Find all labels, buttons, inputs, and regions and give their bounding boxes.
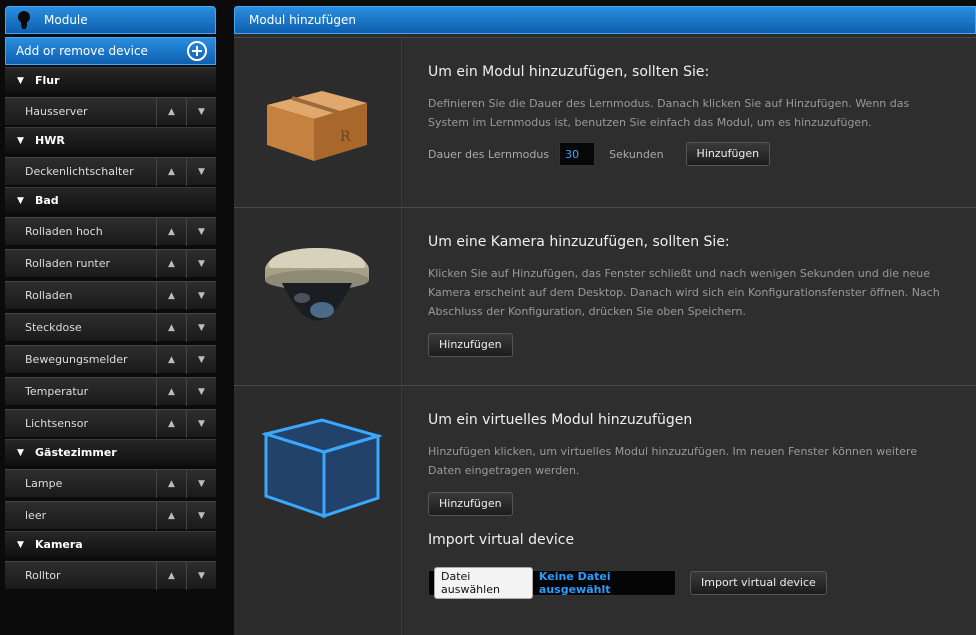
item-label: leer <box>25 509 47 522</box>
group-label: HWR <box>35 134 65 147</box>
add-camera-button[interactable]: Hinzufügen <box>428 333 513 357</box>
item-label: Lampe <box>25 477 63 490</box>
move-down-icon[interactable]: ▼ <box>186 469 216 498</box>
list-item[interactable]: Temperatur ▲ ▼ <box>5 377 216 406</box>
module-section-text: Definieren Sie die Dauer des Lernmodus. … <box>428 97 910 129</box>
list-item[interactable]: Rolladen hoch ▲ ▼ <box>5 217 216 246</box>
chevron-down-icon: ▼ <box>17 447 24 458</box>
group-label: Bad <box>35 194 59 207</box>
camera-section-title: Um eine Kamera hinzuzufügen, sollten Sie… <box>428 234 730 250</box>
item-label: Rolladen <box>25 289 73 302</box>
list-item[interactable]: Deckenlichtschalter ▲ ▼ <box>5 157 216 186</box>
svg-text:R: R <box>340 129 351 145</box>
group-flur[interactable]: ▼ Flur <box>5 67 216 93</box>
group-label: Kamera <box>35 538 83 551</box>
add-camera-section: Um eine Kamera hinzuzufügen, sollten Sie… <box>234 207 976 385</box>
group-label: Gästezimmer <box>35 446 117 459</box>
item-label: Hausserver <box>25 105 88 118</box>
dome-camera-icon <box>262 238 372 347</box>
item-label: Lichtsensor <box>25 417 88 430</box>
camera-section-text: Klicken Sie auf Hinzufügen, das Fenster … <box>428 267 940 318</box>
move-down-icon[interactable]: ▼ <box>186 313 216 342</box>
move-up-icon[interactable]: ▲ <box>156 561 186 590</box>
item-label: Rolltor <box>25 569 61 582</box>
add-virtual-module-section: Um ein virtuelles Modul hinzuzufügen Hin… <box>234 385 976 635</box>
add-device-label: Add or remove device <box>16 44 148 58</box>
virtual-section-text: Hinzufügen klicken, um virtuelles Modul … <box>428 445 918 477</box>
move-down-icon[interactable]: ▼ <box>186 409 216 438</box>
add-module-button[interactable]: Hinzufügen <box>685 142 771 166</box>
move-up-icon[interactable]: ▲ <box>156 157 186 186</box>
move-up-icon[interactable]: ▲ <box>156 97 186 126</box>
list-item[interactable]: Hausserver ▲ ▼ <box>5 97 216 126</box>
duration-label: Dauer des Lernmodus <box>428 147 550 161</box>
item-label: Temperatur <box>25 385 89 398</box>
chevron-down-icon: ▼ <box>17 195 24 206</box>
item-label: Bewegungsmelder <box>25 353 128 366</box>
move-up-icon[interactable]: ▲ <box>156 469 186 498</box>
item-label: Steckdose <box>25 321 82 334</box>
choose-file-button[interactable]: Datei auswählen <box>434 567 533 599</box>
group-kamera[interactable]: ▼ Kamera <box>5 531 216 557</box>
main-header: Modul hinzufügen <box>234 6 976 34</box>
sidebar-title: Module <box>44 13 88 27</box>
lightbulb-icon <box>16 9 44 31</box>
file-status: Keine Datei ausgewählt <box>538 570 611 596</box>
page-title: Modul hinzufügen <box>249 13 356 27</box>
chevron-down-icon: ▼ <box>17 539 24 550</box>
move-down-icon[interactable]: ▼ <box>186 217 216 246</box>
group-label: Flur <box>35 74 60 87</box>
move-up-icon[interactable]: ▲ <box>156 501 186 530</box>
move-down-icon[interactable]: ▼ <box>186 97 216 126</box>
add-remove-device-button[interactable]: Add or remove device <box>5 37 216 65</box>
plus-circle-icon <box>187 41 207 61</box>
move-up-icon[interactable]: ▲ <box>156 313 186 342</box>
main-panel: Modul hinzufügen R Um ein Modul hinzuzuf… <box>234 6 976 635</box>
virtual-section-title: Um ein virtuelles Modul hinzuzufügen <box>428 412 693 428</box>
list-item[interactable]: leer ▲ ▼ <box>5 501 216 530</box>
chevron-down-icon: ▼ <box>17 135 24 146</box>
move-down-icon[interactable]: ▼ <box>186 249 216 278</box>
move-up-icon[interactable]: ▲ <box>156 217 186 246</box>
module-section-title: Um ein Modul hinzuzufügen, sollten Sie: <box>428 64 710 80</box>
item-label: Rolladen runter <box>25 257 111 270</box>
add-module-section: R Um ein Modul hinzuzufügen, sollten Sie… <box>234 37 976 207</box>
move-up-icon[interactable]: ▲ <box>156 345 186 374</box>
list-item[interactable]: Rolltor ▲ ▼ <box>5 561 216 590</box>
package-box-icon: R <box>262 83 372 167</box>
move-down-icon[interactable]: ▼ <box>186 501 216 530</box>
group-gaestezimmer[interactable]: ▼ Gästezimmer <box>5 439 216 465</box>
module-sidebar: Module Add or remove device ▼ Flur Hauss… <box>5 6 216 601</box>
import-title: Import virtual device <box>428 532 575 548</box>
chevron-down-icon: ▼ <box>17 75 24 86</box>
file-input[interactable]: Datei auswählen Keine Datei ausgewählt <box>428 567 676 599</box>
item-label: Rolladen hoch <box>25 225 103 238</box>
move-down-icon[interactable]: ▼ <box>186 377 216 406</box>
list-item[interactable]: Lampe ▲ ▼ <box>5 469 216 498</box>
group-hwr[interactable]: ▼ HWR <box>5 127 216 153</box>
move-up-icon[interactable]: ▲ <box>156 409 186 438</box>
list-item[interactable]: Steckdose ▲ ▼ <box>5 313 216 342</box>
move-up-icon[interactable]: ▲ <box>156 377 186 406</box>
item-label: Deckenlichtschalter <box>25 165 134 178</box>
move-up-icon[interactable]: ▲ <box>156 281 186 310</box>
move-up-icon[interactable]: ▲ <box>156 249 186 278</box>
sidebar-header: Module <box>5 6 216 34</box>
list-item[interactable]: Bewegungsmelder ▲ ▼ <box>5 345 216 374</box>
virtual-cube-icon <box>260 416 384 525</box>
move-down-icon[interactable]: ▼ <box>186 345 216 374</box>
group-bad[interactable]: ▼ Bad <box>5 187 216 213</box>
duration-input[interactable] <box>559 142 596 166</box>
move-down-icon[interactable]: ▼ <box>186 561 216 590</box>
list-item[interactable]: Lichtsensor ▲ ▼ <box>5 409 216 438</box>
list-item[interactable]: Rolladen runter ▲ ▼ <box>5 249 216 278</box>
list-item[interactable]: Rolladen ▲ ▼ <box>5 281 216 310</box>
duration-unit: Sekunden <box>609 147 664 161</box>
move-down-icon[interactable]: ▼ <box>186 281 216 310</box>
move-down-icon[interactable]: ▼ <box>186 157 216 186</box>
add-virtual-button[interactable]: Hinzufügen <box>428 492 513 516</box>
import-virtual-device-button[interactable]: Import virtual device <box>690 571 827 595</box>
